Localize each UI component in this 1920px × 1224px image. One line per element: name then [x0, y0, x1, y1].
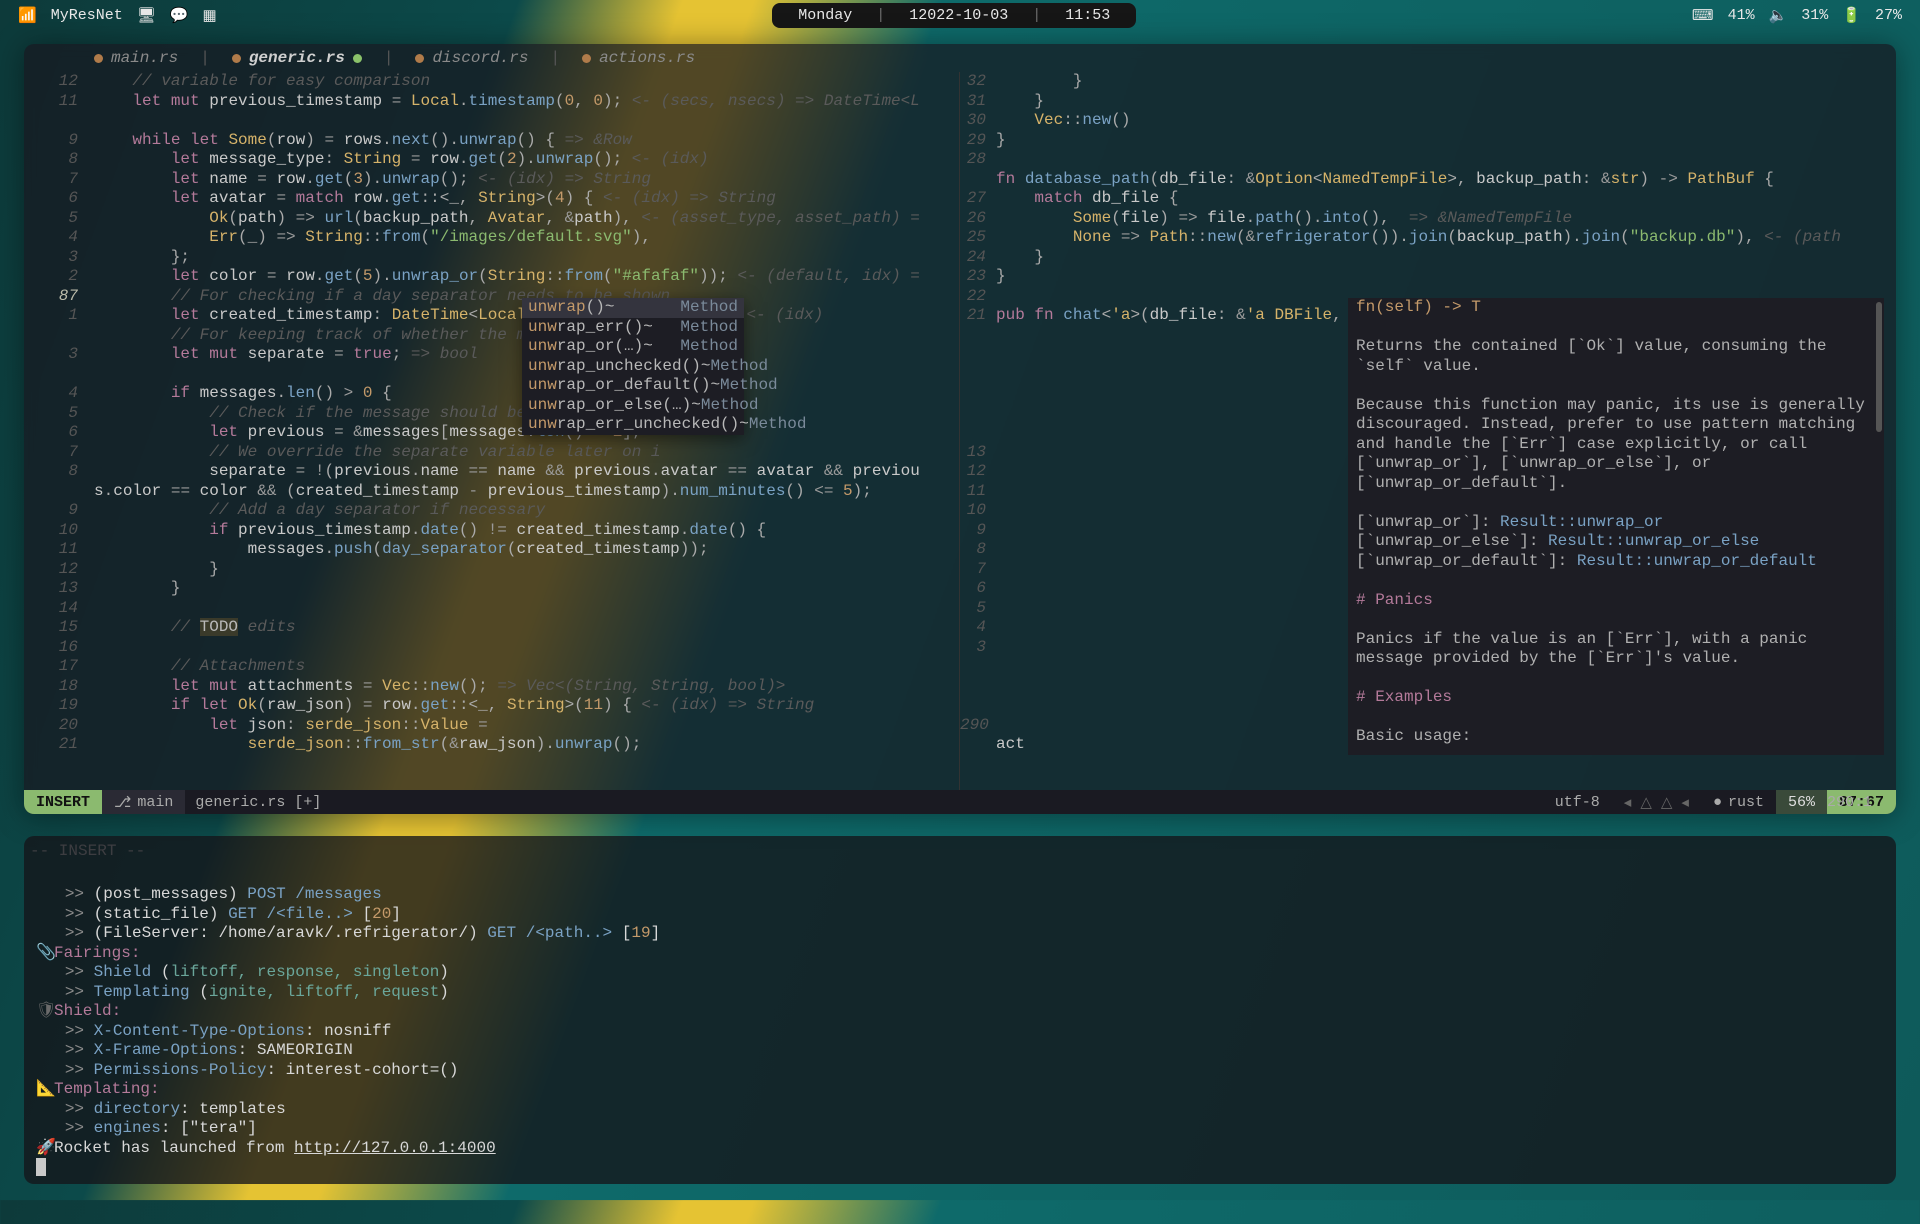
- date-day: Monday: [798, 7, 852, 24]
- gutter-left: 1211 98765432871 3 45678 910111213141516…: [24, 72, 88, 790]
- doc-links: [`unwrap_or`]: Result::unwrap_or[`unwrap…: [1356, 513, 1876, 572]
- doc-paragraph: Panics if the value is an [`Err`], with …: [1356, 630, 1876, 669]
- status-encoding: utf-8: [1543, 790, 1612, 814]
- editor-window: main.rs|generic.rs|discord.rs|actions.rs…: [24, 44, 1896, 814]
- time-value: 11:53: [1065, 7, 1110, 24]
- battery-icon: 🔋: [1842, 6, 1861, 25]
- autocomplete-item[interactable]: unwrap()~Method: [522, 298, 744, 318]
- autocomplete-item[interactable]: unwrap_or(…)~Method: [522, 337, 744, 357]
- clock-widget[interactable]: Monday | 12022-10-03 | 11:53: [772, 3, 1136, 28]
- terminal-line: >> Permissions-Policy: interest-cohort=(…: [36, 1061, 1884, 1081]
- terminal-line: >> (static_file) GET /<file..> [20]: [36, 905, 1884, 925]
- branch-icon: ⎇: [114, 793, 131, 812]
- autocomplete-item[interactable]: unwrap_or_default()~Method: [522, 376, 744, 396]
- terminal-line: >> (post_messages) POST /messages: [36, 885, 1884, 905]
- volume-icon[interactable]: 🔈: [1769, 6, 1788, 25]
- doc-heading: # Panics: [1356, 591, 1876, 611]
- tab-discord-rs[interactable]: discord.rs: [397, 49, 546, 67]
- terminal-line: >> X-Content-Type-Options: nosniff: [36, 1022, 1884, 1042]
- gutter-right: 3231302928 27262524232221 13121110987654…: [960, 72, 992, 790]
- keyboard-icon: ⌨: [1692, 6, 1714, 25]
- doc-paragraph: Basic usage:: [1356, 727, 1876, 747]
- volume-value: 31%: [1801, 7, 1828, 24]
- doc-paragraph: Because this function may panic, its use…: [1356, 396, 1876, 494]
- terminal-line: [36, 1158, 1884, 1178]
- terminal-line: 🚀Rocket has launched from http://127.0.0…: [36, 1139, 1884, 1159]
- date-value: 12022-10-03: [909, 7, 1008, 24]
- tab-generic-rs[interactable]: generic.rs: [214, 49, 380, 67]
- doc-scrollbar[interactable]: [1876, 302, 1882, 432]
- terminal-line: 📎Fairings:: [36, 944, 1884, 964]
- terminal-line: >> X-Frame-Options: SAMEORIGIN: [36, 1041, 1884, 1061]
- terminal-line: >> Templating (ignite, liftoff, request): [36, 983, 1884, 1003]
- doc-heading: # Examples: [1356, 688, 1876, 708]
- terminal-line: >> engines: ["tera"]: [36, 1119, 1884, 1139]
- keyboard-battery: 41%: [1728, 7, 1755, 24]
- grid-icon[interactable]: ▦: [202, 6, 216, 25]
- menubar: 📶 MyResNet 🖥 💬 ▦ Monday | 12022-10-03 | …: [0, 0, 1920, 30]
- terminal-line: 📐Templating:: [36, 1080, 1884, 1100]
- status-mode: INSERT: [24, 790, 102, 814]
- display-icon[interactable]: 🖥: [137, 6, 156, 25]
- terminal-line: >> (FileServer: /home/aravk/.refrigerato…: [36, 924, 1884, 944]
- status-branch: ⎇main: [102, 790, 185, 814]
- autocomplete-item[interactable]: unwrap_unchecked()~Method: [522, 357, 744, 377]
- tab-actions-rs[interactable]: actions.rs: [564, 49, 713, 67]
- tab-bar: main.rs|generic.rs|discord.rs|actions.rs: [24, 44, 1896, 72]
- editor-pane-left[interactable]: 1211 98765432871 3 45678 910111213141516…: [24, 72, 960, 790]
- autocomplete-item[interactable]: unwrap_or_else(…)~Method: [522, 396, 744, 416]
- doc-paragraph: Returns the contained [`Ok`] value, cons…: [1356, 337, 1876, 376]
- statusline: INSERT ⎇main generic.rs [+] utf-8 ◂ △ △ …: [24, 790, 1896, 814]
- autocomplete-item[interactable]: unwrap_err()~Method: [522, 318, 744, 338]
- wifi-name: MyResNet: [51, 7, 123, 24]
- chat-icon[interactable]: 💬: [170, 6, 189, 25]
- status-file: generic.rs [+]: [185, 790, 333, 814]
- wifi-icon: 📶: [18, 6, 37, 25]
- doc-signature: fn(self) -> T: [1356, 298, 1876, 318]
- status-lang: ● rust: [1701, 790, 1776, 814]
- status-position-right: 290:1: [1815, 790, 1884, 814]
- terminal-window[interactable]: ⌖ >> (post_messages) POST /messages >> (…: [24, 836, 1896, 1184]
- terminal-line: >> Shield (liftoff, response, singleton): [36, 963, 1884, 983]
- terminal-line: 🛡Shield:: [36, 1002, 1884, 1022]
- documentation-popup[interactable]: fn(self) -> T Returns the contained [`Ok…: [1348, 298, 1884, 755]
- battery-value: 27%: [1875, 7, 1902, 24]
- tab-main-rs[interactable]: main.rs: [76, 49, 196, 67]
- autocomplete-popup[interactable]: unwrap()~Methodunwrap_err()~Methodunwrap…: [522, 298, 744, 435]
- autocomplete-item[interactable]: unwrap_err_unchecked()~Method: [522, 415, 744, 435]
- terminal-line: >> directory: templates: [36, 1100, 1884, 1120]
